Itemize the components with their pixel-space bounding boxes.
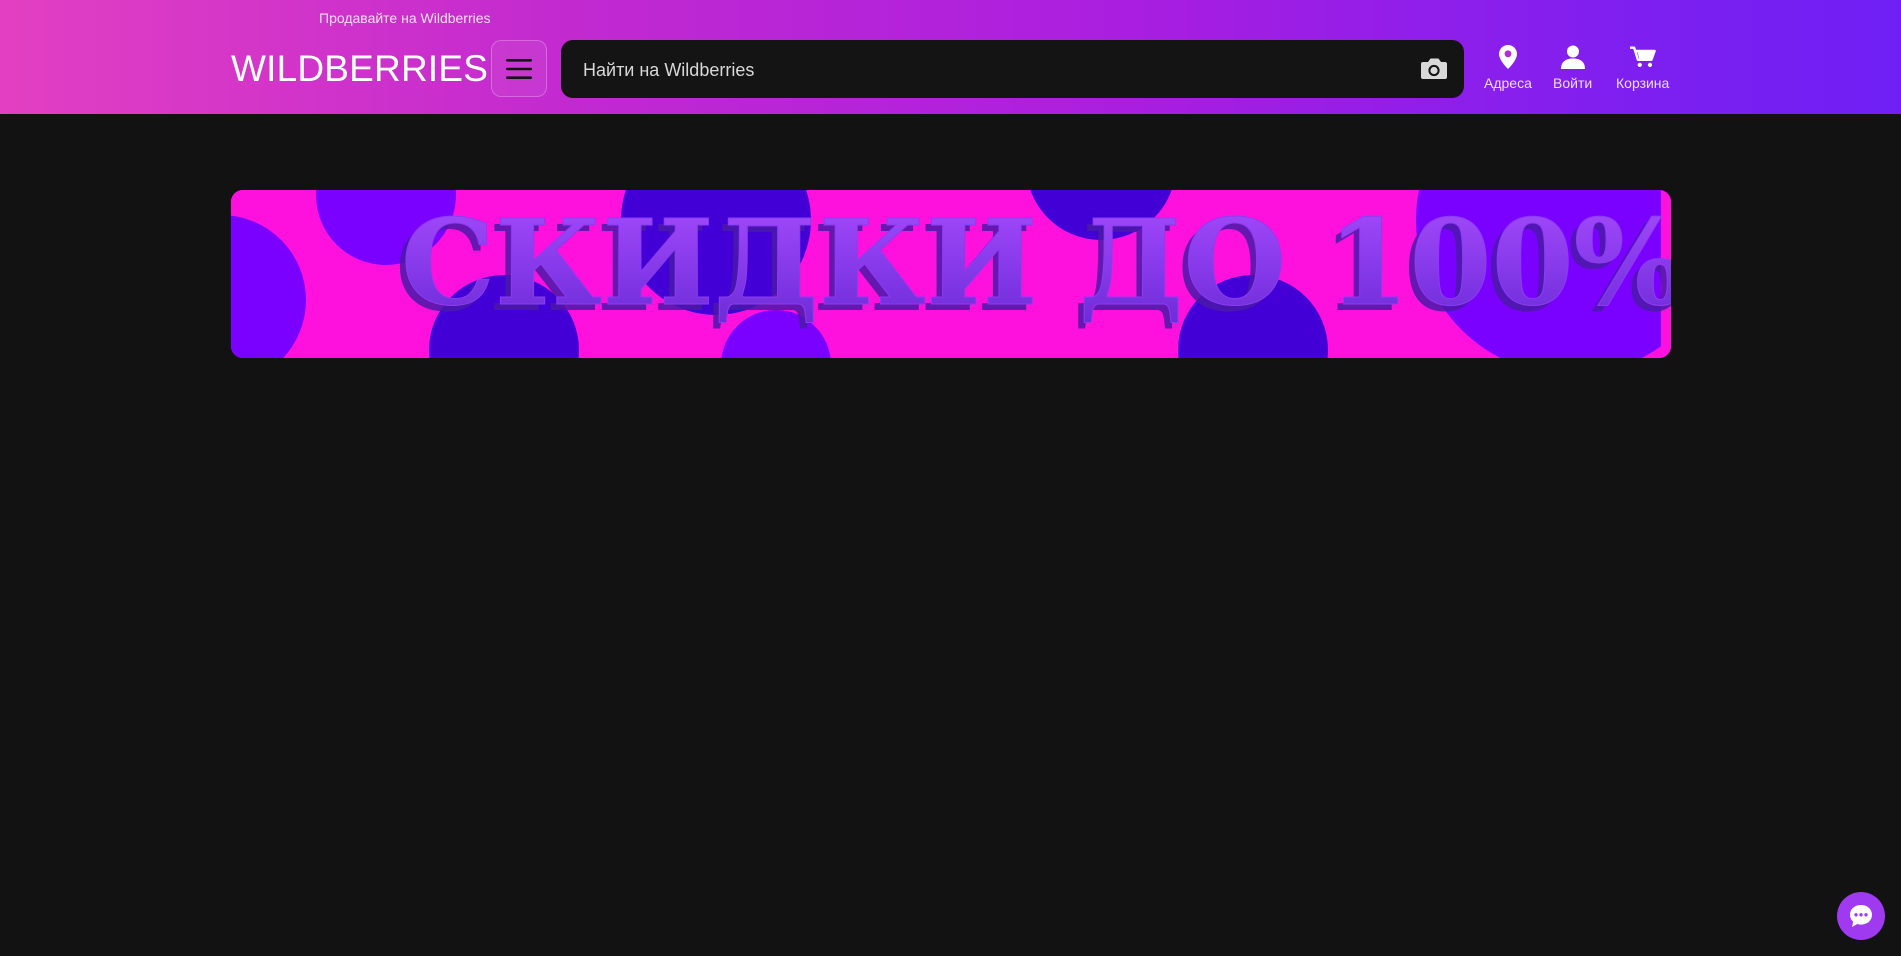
site-header: Продавайте на Wildberries WILDBERRIES Ад… xyxy=(0,0,1901,114)
chat-button[interactable] xyxy=(1837,892,1885,940)
nav-cart[interactable]: Корзина xyxy=(1616,44,1669,91)
search-input[interactable] xyxy=(581,40,1385,100)
promo-banner-art: СКИДКИ ДО 100% СКИДКИ ДО 100% xyxy=(231,190,1671,358)
chat-bubble-icon xyxy=(1850,905,1872,927)
wildberries-logo[interactable]: WILDBERRIES xyxy=(231,46,488,91)
search-bar xyxy=(561,40,1464,100)
hamburger-menu-icon xyxy=(506,58,532,79)
location-pin-icon xyxy=(1495,44,1521,70)
user-icon xyxy=(1560,44,1586,70)
cart-icon xyxy=(1629,44,1656,70)
camera-icon[interactable] xyxy=(1420,56,1448,82)
catalog-menu-button[interactable] xyxy=(491,40,547,97)
nav-cart-label: Корзина xyxy=(1616,75,1670,91)
promo-banner[interactable]: СКИДКИ ДО 100% СКИДКИ ДО 100% xyxy=(231,190,1671,358)
sell-on-wildberries-link[interactable]: Продавайте на Wildberries xyxy=(319,10,491,26)
nav-addresses-label: Адреса xyxy=(1484,75,1532,91)
promo-banner-text: СКИДКИ ДО 100% xyxy=(401,193,1671,332)
nav-login-label: Войти xyxy=(1553,75,1593,91)
nav-login[interactable]: Войти xyxy=(1553,44,1592,91)
nav-addresses[interactable]: Адреса xyxy=(1484,44,1532,91)
